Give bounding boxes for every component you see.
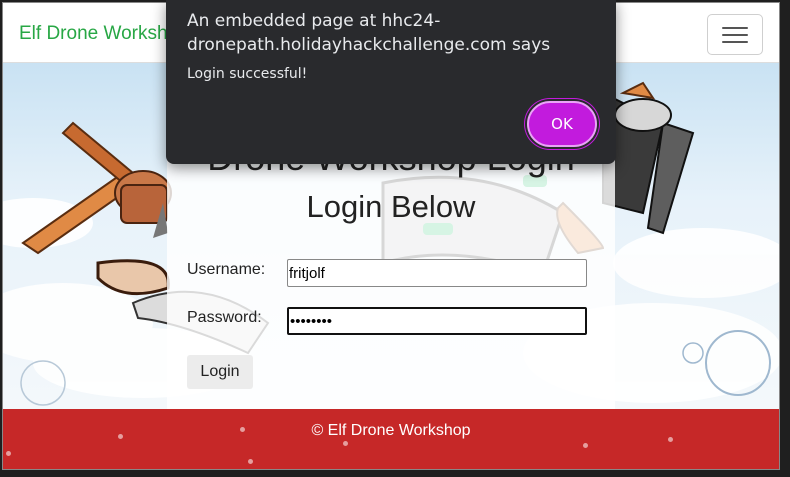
hamburger-icon: [722, 27, 748, 29]
ok-button[interactable]: OK: [527, 101, 597, 147]
footer: © Elf Drone Workshop: [3, 409, 779, 469]
footer-copyright: © Elf Drone Workshop: [311, 422, 471, 439]
alert-dialog: An embedded page at hhc24-dronepath.holi…: [166, 0, 616, 164]
page-subtitle: Login Below: [306, 189, 476, 224]
login-button[interactable]: Login: [187, 355, 253, 389]
dialog-title: An embedded page at hhc24-dronepath.holi…: [187, 11, 551, 55]
navbar-brand[interactable]: Elf Drone Workshop: [19, 23, 189, 45]
password-label: Password:: [187, 309, 262, 326]
username-label: Username:: [187, 261, 266, 278]
navbar-toggle-button[interactable]: [707, 14, 763, 55]
username-input[interactable]: [287, 259, 587, 287]
password-input[interactable]: [287, 307, 587, 335]
dialog-message: Login successful!: [187, 66, 308, 82]
